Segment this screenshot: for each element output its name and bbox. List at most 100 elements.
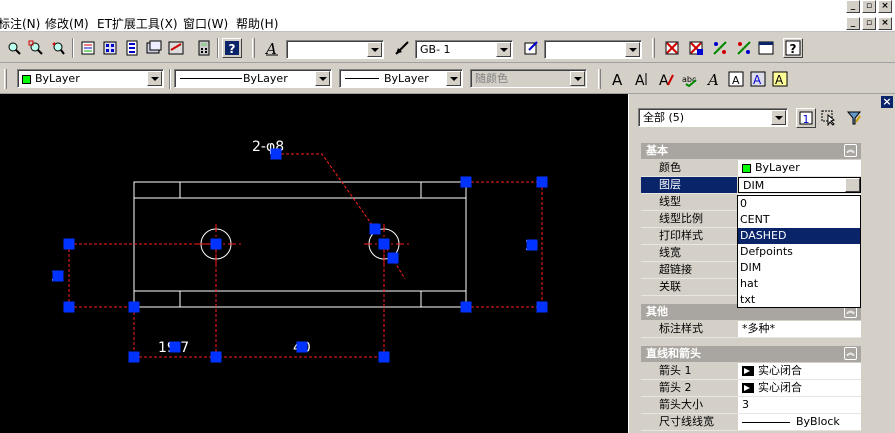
prop-row-layer[interactable]: 图层 DIM — [641, 177, 861, 194]
multiline-text-icon[interactable]: A — [632, 69, 652, 89]
doc-close-icon[interactable]: × — [878, 17, 892, 30]
prop-row-dimline-weight[interactable]: 尺寸线线宽 ByBlock — [641, 414, 861, 431]
arrowhead-icon — [742, 383, 754, 393]
layer-option[interactable]: CENT — [738, 212, 860, 228]
calculator-icon[interactable] — [194, 38, 214, 58]
menu-dimension[interactable]: 标注(N) — [0, 17, 40, 32]
zoom-previous-icon[interactable] — [48, 38, 68, 58]
close-icon[interactable]: × — [878, 0, 892, 13]
toolbar-grip[interactable] — [598, 69, 601, 89]
layer-option-highlighted[interactable]: DASHED — [738, 228, 860, 244]
select-objects-icon[interactable] — [819, 108, 839, 128]
svg-text:?: ? — [229, 42, 236, 56]
zoom-realtime-icon[interactable] — [4, 38, 24, 58]
chevron-down-icon[interactable] — [315, 71, 330, 86]
text-style-2-icon[interactable]: A — [704, 69, 724, 89]
svg-text:?: ? — [790, 42, 797, 56]
svg-text:A: A — [753, 73, 762, 87]
chevron-down-icon[interactable] — [367, 42, 382, 57]
color-swatch — [742, 163, 751, 173]
close-icon[interactable]: × — [881, 96, 893, 108]
layer-option[interactable]: hat — [738, 276, 860, 292]
et-tool-2-icon[interactable] — [686, 38, 706, 58]
collapse-icon[interactable]: ︽ — [844, 144, 857, 157]
dim-style-combo[interactable]: GB- 1 — [415, 40, 513, 59]
drawing-svg[interactable]: 2-φ8 19.7 40 3 2 — [0, 94, 628, 433]
et-tool-3-icon[interactable] — [710, 38, 730, 58]
quick-select-icon[interactable] — [844, 108, 864, 128]
table-style-combo[interactable] — [544, 40, 642, 59]
dimension-style-icon[interactable] — [392, 38, 412, 58]
svg-text:A: A — [732, 74, 740, 87]
toolbar-grip[interactable] — [652, 38, 655, 58]
svg-text:A: A — [775, 73, 784, 87]
toolbar-object-properties: ByLayer ByLayer ByLayer 随颜色 A A A abc A … — [0, 64, 895, 94]
prop-row-dim-style[interactable]: 标注样式 *多种* — [641, 321, 861, 338]
separator — [217, 38, 219, 58]
chevron-down-icon[interactable] — [147, 71, 162, 86]
help-icon[interactable]: ? — [222, 38, 242, 58]
toolbar-grip[interactable] — [252, 38, 255, 58]
doc-minimize-icon[interactable]: _ — [846, 17, 860, 30]
convert-text-icon[interactable]: A — [770, 69, 790, 89]
lineweight-combo[interactable]: ByLayer — [339, 69, 463, 88]
drawing-canvas[interactable]: 2-φ8 19.7 40 3 2 — [0, 94, 628, 433]
edit-text-icon[interactable]: A — [656, 69, 676, 89]
arrowhead-icon — [742, 366, 754, 376]
sheet-set-icon[interactable] — [144, 38, 164, 58]
color-combo[interactable]: ByLayer — [17, 69, 164, 88]
restore-icon[interactable]: ▫ — [862, 0, 876, 13]
chevron-down-icon[interactable] — [771, 110, 786, 125]
menu-help[interactable]: 帮助(H) — [236, 17, 278, 32]
design-center-icon[interactable] — [100, 38, 120, 58]
chevron-down-icon[interactable] — [446, 71, 461, 86]
et-help-icon[interactable]: ? — [783, 38, 803, 58]
et-tool-5-icon[interactable] — [756, 38, 776, 58]
svg-text:1: 1 — [803, 113, 810, 126]
layer-option[interactable]: DIM — [738, 260, 860, 276]
layer-dropdown-list[interactable]: 0 CENT DASHED Defpoints DIM hat txt — [737, 195, 861, 308]
chevron-down-icon — [570, 71, 585, 86]
scale-text-icon[interactable]: A — [726, 69, 746, 89]
linetype-combo[interactable]: ByLayer — [174, 69, 332, 88]
doc-restore-icon[interactable]: ▫ — [862, 17, 876, 30]
prop-row-color[interactable]: 颜色 ByLayer — [641, 160, 861, 177]
prop-row-arrow1[interactable]: 箭头 1 实心闭合 — [641, 363, 861, 380]
prop-row-arrow2[interactable]: 箭头 2 实心闭合 — [641, 380, 861, 397]
table-style-icon[interactable] — [521, 38, 541, 58]
text-icon[interactable]: A — [608, 69, 628, 89]
tool-palette-icon[interactable] — [122, 38, 142, 58]
menu-window[interactable]: 窗口(W) — [183, 17, 228, 32]
selection-filter-combo[interactable]: 全部 (5) — [638, 108, 788, 127]
zoom-window-icon[interactable] — [26, 38, 46, 58]
spell-check-icon[interactable]: abc — [680, 69, 700, 89]
properties-icon[interactable] — [78, 38, 98, 58]
layer-option[interactable]: 0 — [738, 196, 860, 212]
toggle-pickadd-icon[interactable]: 1 — [796, 108, 816, 128]
menu-modify[interactable]: 修改(M) — [45, 17, 89, 32]
et-tool-1-icon[interactable] — [662, 38, 682, 58]
toolbar-standard: ? A GB- 1 ? — [0, 33, 895, 63]
section-lines-arrows[interactable]: 直线和箭头 ︽ — [641, 346, 861, 362]
section-basic[interactable]: 基本 ︽ — [641, 143, 861, 159]
layer-option[interactable]: Defpoints — [738, 244, 860, 260]
color-swatch — [22, 74, 31, 84]
chevron-down-icon[interactable] — [625, 42, 640, 57]
et-tool-4-icon[interactable] — [734, 38, 754, 58]
minimize-icon[interactable]: _ — [846, 0, 860, 13]
text-style-combo[interactable] — [286, 40, 384, 59]
svg-text:A: A — [659, 73, 669, 87]
collapse-icon[interactable]: ︽ — [844, 347, 857, 360]
separator — [169, 69, 171, 89]
justify-text-icon[interactable]: A — [748, 69, 768, 89]
menu-et-tools[interactable]: ET扩展工具(X) — [97, 17, 178, 32]
text-style-icon[interactable]: A — [262, 38, 282, 58]
menu-bar: 标注(N) 修改(M) ET扩展工具(X) 窗口(W) 帮助(H) _ ▫ × … — [0, 0, 895, 32]
layer-option[interactable]: txt — [738, 292, 860, 308]
separator — [72, 38, 74, 58]
toolbar-grip[interactable] — [4, 69, 7, 89]
prop-row-arrow-size[interactable]: 箭头大小 3 — [641, 397, 861, 414]
chevron-down-icon[interactable] — [845, 178, 860, 192]
markup-icon[interactable] — [166, 38, 186, 58]
chevron-down-icon[interactable] — [496, 42, 511, 57]
